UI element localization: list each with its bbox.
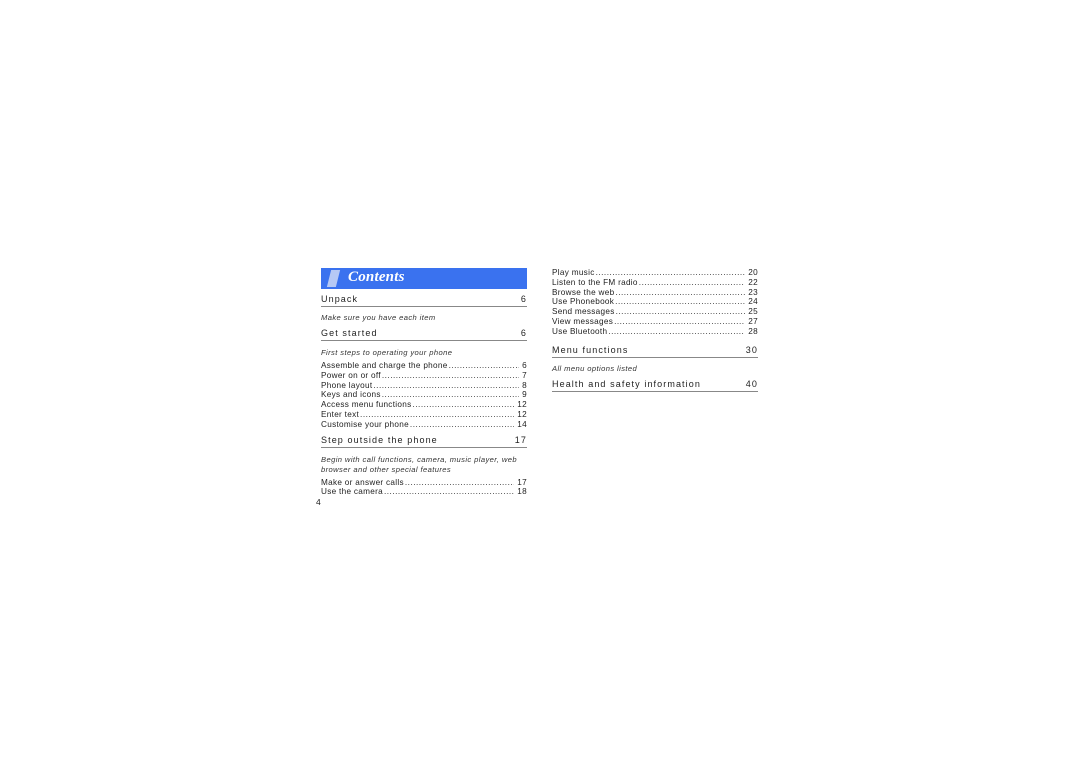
leader-dots xyxy=(373,381,519,391)
leader-dots xyxy=(596,268,746,278)
section-description: Begin with call functions, camera, music… xyxy=(321,454,517,474)
toc-page: 8 xyxy=(522,380,527,390)
toc-page: 28 xyxy=(748,326,758,336)
toc-page: 6 xyxy=(522,361,527,370)
contents-banner: Contents xyxy=(321,268,527,289)
right-column: Play music 20 Listen to the FM radio 22 Br… xyxy=(552,268,758,392)
section-description: First steps to operating your phone xyxy=(321,348,453,357)
toc-label: Listen to the FM radio xyxy=(552,277,638,287)
section-get-started: Get started 6 First steps to operating y… xyxy=(321,328,527,430)
toc-page: 27 xyxy=(748,316,758,326)
leader-dots xyxy=(614,317,745,327)
leader-dots xyxy=(360,410,514,420)
section-health-safety: Health and safety information 40 xyxy=(552,379,758,392)
toc-item[interactable]: View messages 27 xyxy=(552,317,758,327)
leader-dots xyxy=(413,400,515,410)
toc-page: 12 xyxy=(517,409,527,419)
toc-page: 14 xyxy=(517,419,527,429)
toc-page: 25 xyxy=(748,307,758,317)
toc-item[interactable]: Use Phonebook 24 xyxy=(552,297,758,307)
toc-page: 12 xyxy=(517,400,527,410)
leader-dots xyxy=(615,288,745,298)
toc-label: Play music xyxy=(552,268,595,277)
leader-dots xyxy=(449,361,520,371)
section-page: 17 xyxy=(514,434,527,445)
section-heading[interactable]: Health and safety information 40 xyxy=(552,379,758,392)
toc-page: 22 xyxy=(748,277,758,287)
toc-item[interactable]: Make or answer calls 17 xyxy=(321,478,527,488)
toc-label: Phone layout xyxy=(321,380,373,390)
section-page: 40 xyxy=(745,378,758,389)
section-heading[interactable]: Unpack 6 xyxy=(321,294,527,307)
page-number: 4 xyxy=(316,497,321,507)
toc-list: Play music 20 Listen to the FM radio 22 Br… xyxy=(552,268,758,337)
left-column: Contents Unpack 6 Make sure you have eac… xyxy=(321,268,527,497)
section-description: Make sure you have each item xyxy=(321,313,436,322)
toc-page: 7 xyxy=(522,370,527,380)
toc-label: Make or answer calls xyxy=(321,477,404,487)
toc-item[interactable]: Assemble and charge the phone 6 xyxy=(321,361,527,371)
toc-label: Use Phonebook xyxy=(552,297,615,307)
leader-dots xyxy=(382,371,519,381)
toc-list: Make or answer calls 17 Use the camera 18 xyxy=(321,478,527,498)
banner-slash-decoration xyxy=(326,270,341,287)
toc-label: Send messages xyxy=(552,307,615,317)
section-title: Step outside the phone xyxy=(321,434,438,445)
toc-item[interactable]: Keys and icons 9 xyxy=(321,390,527,400)
leader-dots xyxy=(410,420,514,430)
section-page: 30 xyxy=(745,344,758,355)
toc-item[interactable]: Use the camera 18 xyxy=(321,487,527,497)
leader-dots xyxy=(405,478,514,488)
toc-page: 24 xyxy=(748,297,758,307)
section-heading[interactable]: Menu functions 30 xyxy=(552,345,758,358)
toc-item[interactable]: Play music 20 xyxy=(552,268,758,278)
toc-label: Assemble and charge the phone xyxy=(321,361,448,370)
toc-label: Enter text xyxy=(321,409,360,419)
leader-dots xyxy=(616,307,746,317)
toc-label: Keys and icons xyxy=(321,390,381,400)
section-description: All menu options listed xyxy=(552,363,638,373)
leader-dots xyxy=(608,327,745,337)
toc-page: 20 xyxy=(748,268,758,277)
section-page: 6 xyxy=(520,328,527,338)
toc-item[interactable]: Listen to the FM radio 22 xyxy=(552,278,758,288)
toc-label: Power on or off xyxy=(321,370,381,380)
toc-page: 23 xyxy=(748,287,758,297)
toc-item[interactable]: Send messages 25 xyxy=(552,307,758,317)
section-step-outside: Step outside the phone 17 Begin with cal… xyxy=(321,435,527,498)
toc-list: Assemble and charge the phone 6 Power on … xyxy=(321,361,527,430)
section-title: Menu functions xyxy=(552,344,629,355)
toc-label: Use the camera xyxy=(321,487,383,497)
leader-dots xyxy=(615,297,745,307)
toc-page: 17 xyxy=(517,477,527,487)
leader-dots xyxy=(639,278,745,288)
section-page: 6 xyxy=(520,294,527,304)
toc-item[interactable]: Phone layout 8 xyxy=(321,381,527,391)
section-title: Health and safety information xyxy=(552,378,701,389)
toc-item[interactable]: Enter text 12 xyxy=(321,410,527,420)
section-title: Unpack xyxy=(321,294,359,304)
toc-page: 9 xyxy=(522,390,527,400)
toc-label: Access menu functions xyxy=(321,400,412,410)
section-heading[interactable]: Step outside the phone 17 xyxy=(321,435,527,448)
section-menu-functions: Menu functions 30 All menu options liste… xyxy=(552,345,758,374)
leader-dots xyxy=(384,487,514,497)
toc-label: Customise your phone xyxy=(321,419,409,429)
section-heading[interactable]: Get started 6 xyxy=(321,328,527,341)
toc-label: Use Bluetooth xyxy=(552,326,608,336)
toc-item[interactable]: Power on or off 7 xyxy=(321,371,527,381)
leader-dots xyxy=(382,390,519,400)
toc-page: 18 xyxy=(517,487,527,497)
toc-item[interactable]: Browse the web 23 xyxy=(552,288,758,298)
toc-item[interactable]: Access menu functions 12 xyxy=(321,400,527,410)
toc-label: Browse the web xyxy=(552,287,615,297)
page-title: Contents xyxy=(348,269,405,285)
toc-label: View messages xyxy=(552,316,614,326)
toc-item[interactable]: Use Bluetooth 28 xyxy=(552,327,758,337)
section-unpack: Unpack 6 Make sure you have each item xyxy=(321,294,527,323)
toc-item[interactable]: Customise your phone 14 xyxy=(321,420,527,430)
section-title: Get started xyxy=(321,328,378,338)
